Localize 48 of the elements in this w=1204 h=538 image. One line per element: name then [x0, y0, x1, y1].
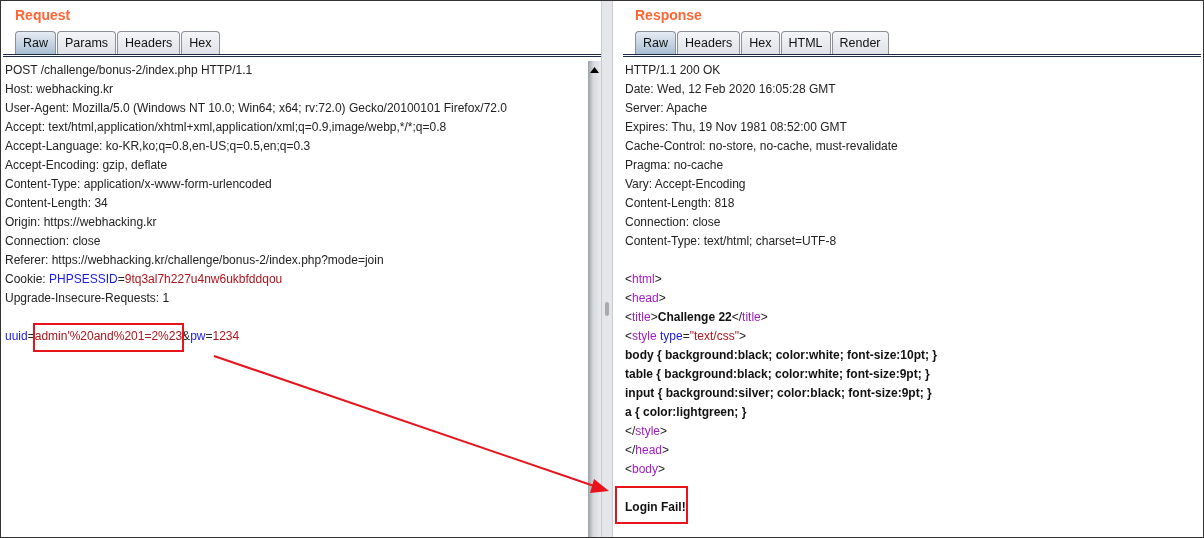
code-line: HTTP/1.1 200 OK: [625, 62, 722, 79]
code-line: Content-Type: application/x-www-form-urlencoded: [5, 176, 273, 193]
code-line: Expires: Thu, 19 Nov 1981 08:52:00 GMT: [625, 119, 848, 136]
code-line: User-Agent: Mozilla/5.0 (Windows NT 10.0; Win64; x64; rv:72.0) Gecko/20100101 Firefox/72.0: [5, 100, 508, 117]
code-line: <style type="text/css">: [625, 328, 747, 345]
code-line: <html>: [625, 271, 663, 288]
code-line: Connection: close: [625, 214, 722, 231]
code-line: <title>Challenge 22</title>: [625, 309, 769, 326]
code-line: Pragma: no-cache: [625, 157, 725, 174]
code-line: Accept-Encoding: gzip, deflate: [5, 157, 169, 174]
code-line: input { background:silver; color:black; font-size:9pt; }: [625, 385, 933, 402]
code-line: Connection: close: [5, 233, 102, 250]
code-line: Date: Wed, 12 Feb 2020 16:05:28 GMT: [625, 81, 837, 98]
code-line: Content-Type: text/html; charset=UTF-8: [625, 233, 838, 250]
tab[interactable]: Hex: [181, 31, 220, 54]
scrollbar[interactable]: [588, 61, 601, 537]
code-line: Login Fail!: [625, 498, 1201, 517]
tab[interactable]: Params: [57, 31, 117, 54]
tab[interactable]: Raw: [635, 31, 676, 54]
tab[interactable]: Render: [831, 31, 889, 54]
code-line: Host: webhacking.kr: [5, 81, 115, 98]
code-line: Origin: https://webhacking.kr: [5, 214, 158, 231]
code-line: body { background:black; color:white; font-size:10pt; }: [625, 347, 939, 364]
code-line: Content-Length: 818: [625, 195, 736, 212]
code-line: Vary: Accept-Encoding: [625, 176, 747, 193]
code-line: Accept-Language: ko-KR,ko;q=0.8,en-US;q=0.5,en;q=0.3: [5, 138, 312, 155]
tab[interactable]: Headers: [677, 31, 741, 54]
pane-title: Response: [634, 6, 703, 25]
code-line: Content-Length: 34: [5, 195, 109, 212]
code-line: Upgrade-Insecure-Requests: 1: [5, 290, 171, 307]
tab[interactable]: HTML: [780, 31, 831, 54]
code-line: table { background:black; color:white; font-size:9pt; }: [625, 366, 931, 383]
code-line: </style>: [625, 423, 669, 440]
code-line: Server: Apache: [625, 100, 709, 117]
code-line: Referer: https://webhacking.kr/challenge/bonus-2/index.php?mode=join: [5, 252, 385, 269]
code-line: Accept: text/html,application/xhtml+xml,application/xml;q=0.9,image/webp,*/*;q=0.8: [5, 119, 448, 136]
tab[interactable]: Headers: [117, 31, 181, 54]
code-line: POST /challenge/bonus-2/index.php HTTP/1.1: [5, 62, 254, 79]
code-line: Cookie: PHPSESSID=9tq3al7h227u4nw6ukbfddqou: [5, 271, 284, 288]
code-line: </head>: [625, 442, 671, 459]
tab[interactable]: Raw: [15, 31, 56, 54]
code-line: <body>: [625, 461, 667, 478]
scroll-up-icon[interactable]: [590, 67, 599, 73]
code-line: Cache-Control: no-store, no-cache, must-revalidate: [625, 138, 899, 155]
tab[interactable]: Hex: [741, 31, 780, 54]
code-line: <head>: [625, 290, 667, 307]
pane-title: Request: [14, 6, 72, 25]
code-line: a { color:lightgreen; }: [625, 404, 748, 421]
